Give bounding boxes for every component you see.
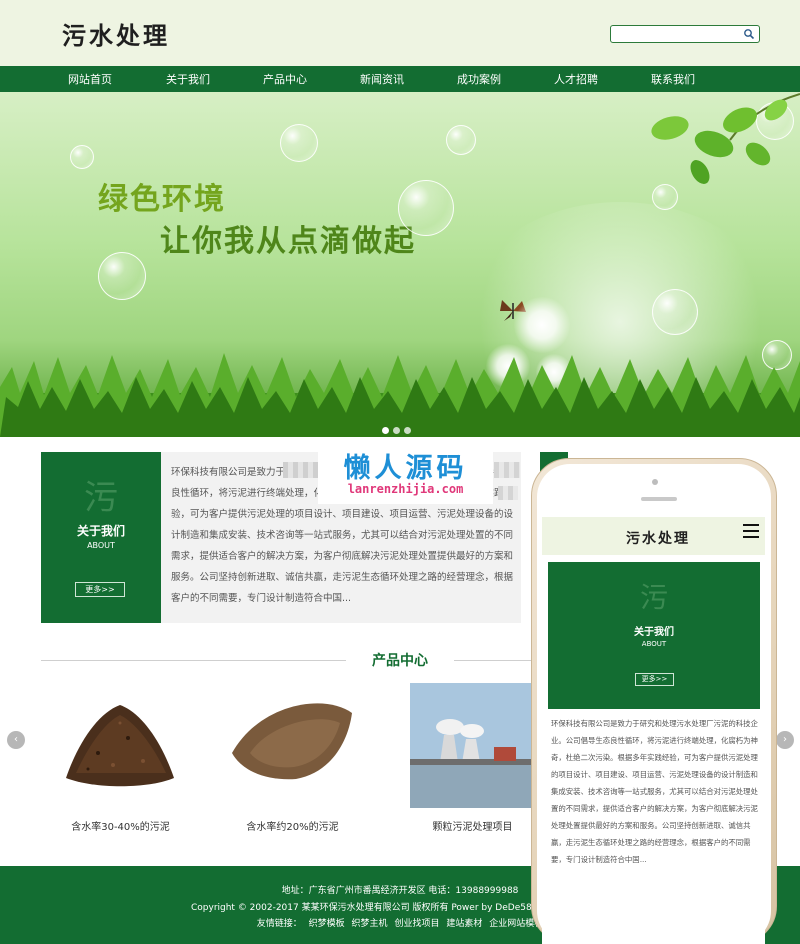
about-title: 关于我们 (76, 524, 125, 538)
bubble (398, 180, 454, 236)
product-item[interactable]: 含水率30-40%的污泥 (58, 683, 183, 833)
slider-dots (382, 419, 415, 437)
product-item[interactable]: 颗粒污泥处理项目 (410, 683, 535, 833)
search-box[interactable] (610, 25, 760, 43)
banner-slogan-line2: 让你我从点滴做起 (160, 224, 416, 259)
product-image (58, 683, 183, 808)
dandelion (514, 297, 570, 353)
nav-item-home[interactable]: 网站首页 (68, 71, 112, 87)
bubble (280, 124, 318, 162)
mobile-about-text: 环保科技有限公司是致力于研究和处理污水处理厂污泥的科技企业。公司倡导生态良性循环… (551, 719, 758, 864)
mobile-header: 污水处理 (542, 517, 765, 555)
slider-dot[interactable] (382, 427, 389, 434)
about-watermark-char: 污 (84, 478, 118, 518)
watermark-url: lanrenzhijia.com (347, 482, 464, 496)
carousel-prev-button[interactable]: ‹ (7, 731, 25, 749)
mobile-about-watermark-char: 污 (639, 581, 668, 614)
section-divider (41, 660, 346, 661)
mobile-more-button[interactable]: 更多>> (635, 673, 674, 686)
search-icon[interactable] (743, 28, 755, 40)
mobile-screen: 污水处理 污 关于我们 ABOUT 更多>> 环保科技有限公司是致力于研究和处理… (542, 517, 765, 944)
slider-dot[interactable] (404, 427, 411, 434)
footer-link[interactable]: 建站素材 (446, 919, 482, 929)
camera-icon (652, 479, 658, 485)
slider-dot[interactable] (393, 427, 400, 434)
product-label: 含水率约20%的污泥 (246, 822, 339, 833)
mobile-about-subtitle: ABOUT (641, 640, 667, 648)
leaves-icon (651, 93, 800, 184)
footer-link[interactable]: 织梦主机 (352, 919, 388, 929)
product-image (410, 683, 535, 808)
site-logo[interactable]: 污水处理 (62, 16, 170, 51)
speaker-icon (641, 497, 677, 501)
watermark-title: 懒人源码 (343, 453, 468, 484)
nav-item-cases[interactable]: 成功案例 (457, 71, 501, 87)
mosaic-blur (498, 486, 518, 500)
hamburger-menu-icon[interactable] (743, 524, 759, 538)
search-input[interactable] (615, 27, 739, 41)
products-heading: 产品中心 (360, 650, 440, 670)
banner-slogan-line1: 绿色环境 (98, 182, 226, 217)
main-nav: 网站首页 关于我们 产品中心 新闻资讯 成功案例 人才招聘 联系我们 (0, 66, 800, 92)
bubble (70, 145, 94, 169)
mobile-about-card: 污 关于我们 ABOUT 更多>> (548, 562, 760, 709)
nav-item-about[interactable]: 关于我们 (166, 71, 210, 87)
nav-item-jobs[interactable]: 人才招聘 (554, 71, 598, 87)
bubble (652, 289, 698, 335)
hero-banner[interactable]: 绿色环境 让你我从点滴做起 (0, 92, 800, 437)
product-label: 含水率30-40%的污泥 (71, 822, 170, 833)
footer-link[interactable]: 织梦模板 (309, 919, 345, 929)
nav-item-products[interactable]: 产品中心 (263, 71, 307, 87)
nav-item-news[interactable]: 新闻资讯 (360, 71, 404, 87)
mosaic-blur (494, 462, 520, 478)
about-more-button[interactable]: 更多>> (75, 582, 125, 597)
nav-item-contact[interactable]: 联系我们 (651, 71, 695, 87)
carousel-next-button[interactable]: › (776, 731, 794, 749)
footer-link[interactable]: 创业找项目 (394, 919, 439, 929)
mobile-logo[interactable]: 污水处理 (626, 528, 690, 548)
product-label: 颗粒污泥处理项目 (432, 822, 513, 833)
bubble (446, 125, 476, 155)
mobile-about-title: 关于我们 (634, 627, 674, 638)
about-card: 污 关于我们 ABOUT 更多>> (41, 452, 161, 623)
bubble (98, 252, 146, 300)
product-image (230, 683, 355, 808)
product-item[interactable]: 含水率约20%的污泥 (230, 683, 355, 833)
about-subtitle: ABOUT (87, 541, 115, 550)
site-header: 污水处理 (0, 0, 800, 66)
footer-links-label: 友情链接： (256, 919, 302, 929)
page: 污水处理 网站首页 关于我们 产品中心 新闻资讯 成功案例 人才招聘 联系我们 … (0, 0, 800, 944)
site-watermark: 懒人源码 lanrenzhijia.com (318, 446, 493, 504)
